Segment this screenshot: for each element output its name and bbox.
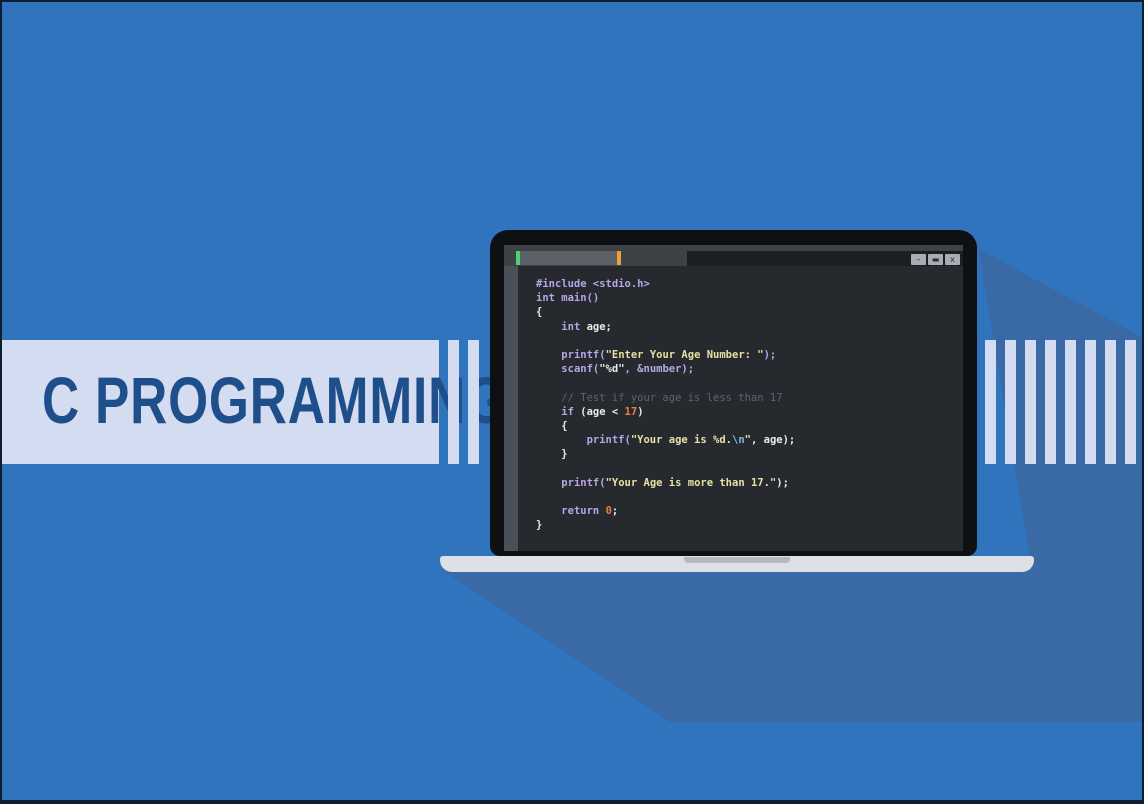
- laptop-notch: [684, 557, 790, 563]
- code-line: scanf("%d", &number);: [536, 362, 795, 376]
- code-token: {: [536, 306, 543, 319]
- minimize-button[interactable]: –: [911, 254, 926, 265]
- code-token: ): [637, 405, 644, 418]
- code-token: (age <: [573, 405, 625, 418]
- code-token: int main(): [536, 292, 600, 305]
- code-token: printf(: [586, 434, 631, 447]
- code-line: if (age < 17): [536, 405, 795, 419]
- editor-tab[interactable]: [516, 251, 620, 265]
- code-line: // Test if your age is less than 17: [536, 391, 795, 405]
- code-token: "Your Age is more than 17.": [605, 476, 777, 489]
- banner-stripe: [448, 340, 459, 464]
- code-line: #include <stdio.h>: [536, 277, 795, 291]
- code-line: printf("Enter Your Age Number: ");: [536, 348, 795, 362]
- editor-titlebar: – ▬ x: [504, 245, 963, 266]
- banner-stripe: [1005, 340, 1016, 464]
- code-token: age;: [580, 320, 612, 333]
- code-token: return: [561, 505, 600, 517]
- code-token: \n: [732, 434, 745, 447]
- banner-stripe: [1125, 340, 1136, 464]
- code-token: , &number);: [624, 363, 695, 376]
- illustration-canvas: C PROGRAMMING – ▬ x #include <stdio.h> in…: [2, 2, 1142, 800]
- close-button[interactable]: x: [945, 254, 960, 265]
- code-token: 17: [624, 405, 638, 418]
- banner-stripe: [468, 340, 479, 464]
- code-token: int: [561, 320, 581, 333]
- code-token: "Your age is %d.: [630, 434, 732, 447]
- code-token: );: [763, 348, 777, 361]
- title-banner: C PROGRAMMING: [2, 340, 506, 464]
- banner-stripe: [1085, 340, 1096, 464]
- banner-stripe: [1025, 340, 1036, 464]
- code-token: ;: [611, 505, 619, 517]
- code-line: }: [536, 518, 795, 532]
- code-token: // Test if your age is less than 17: [536, 391, 783, 404]
- code-line: return 0;: [536, 504, 795, 518]
- code-token: if: [561, 405, 574, 418]
- code-block: #include <stdio.h> int main(){ int age; p…: [536, 277, 795, 532]
- banner-title: C PROGRAMMING: [42, 363, 507, 437]
- code-token: scanf(: [561, 363, 600, 376]
- code-line: printf("Your age is %d.\n", age);: [536, 433, 796, 447]
- code-token: printf(: [561, 348, 606, 361]
- code-token: , age);: [750, 434, 796, 447]
- banner-stripe: [985, 340, 996, 464]
- banner-stripe: [1065, 340, 1076, 464]
- tab-marker-green: [516, 251, 520, 265]
- code-line: {: [536, 305, 795, 319]
- code-editor-window: – ▬ x #include <stdio.h> int main(){ int …: [504, 245, 963, 551]
- line-gutter: [504, 266, 518, 551]
- code-token: {: [536, 419, 568, 432]
- banner-stripe: [1105, 340, 1116, 464]
- code-token: }: [536, 519, 543, 532]
- maximize-button[interactable]: ▬: [928, 254, 943, 265]
- code-line: }: [536, 447, 795, 461]
- tab-marker-orange: [617, 251, 621, 265]
- code-line: int main(): [536, 291, 795, 305]
- code-line: printf("Your Age is more than 17.");: [536, 476, 795, 490]
- code-token: "%d": [599, 363, 625, 376]
- code-token: );: [776, 476, 789, 489]
- code-line: int age;: [536, 320, 795, 334]
- code-token: #include <stdio.h>: [536, 278, 650, 290]
- code-token: }: [536, 448, 568, 461]
- banner-stripe: [1045, 340, 1056, 464]
- code-line: {: [536, 419, 795, 433]
- code-token: printf(: [561, 476, 606, 489]
- code-token: "Enter Your Age Number: ": [605, 348, 764, 361]
